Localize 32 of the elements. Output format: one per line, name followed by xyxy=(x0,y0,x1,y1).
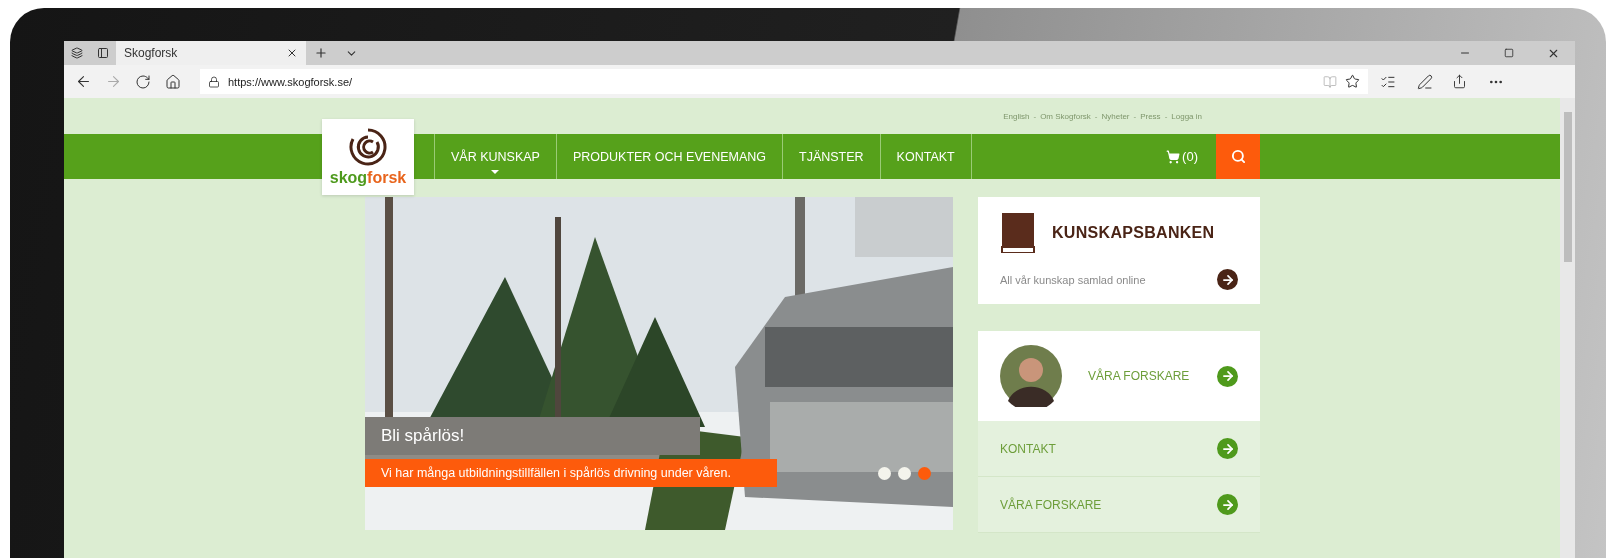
address-bar[interactable]: https://www.skogforsk.se/ xyxy=(200,69,1368,94)
card-subtitle: All vår kunskap samlad online xyxy=(1000,273,1146,286)
search-icon xyxy=(1230,149,1246,164)
book-icon xyxy=(1000,213,1036,253)
search-button[interactable] xyxy=(1216,134,1260,179)
browser-tab[interactable]: Skogforsk xyxy=(116,41,306,65)
slide-caption[interactable]: Vi har många utbildningstillfällen i spårlös drivning under våren. xyxy=(365,459,777,487)
top-link[interactable]: English xyxy=(1003,111,1030,121)
top-link[interactable]: Nyheter xyxy=(1101,111,1130,121)
sidebar-link[interactable]: KONTAKT xyxy=(978,421,1260,477)
link-separator: - xyxy=(1033,111,1037,121)
top-link[interactable]: Om Skogforsk xyxy=(1040,111,1091,121)
researchers-card[interactable]: VÅRA FORSKARE xyxy=(978,331,1260,421)
cart-icon xyxy=(1166,149,1181,164)
avatar xyxy=(1000,345,1062,407)
logo[interactable]: skogforsk xyxy=(322,119,414,195)
nav-item[interactable]: TJÄNSTER xyxy=(783,134,881,179)
nav-item[interactable]: VÅR KUNSKAP xyxy=(435,134,557,179)
link-separator: - xyxy=(1133,111,1137,121)
sidebar-link[interactable]: VÅRA FORSKARE xyxy=(978,477,1260,533)
card-title: KUNSKAPSBANKEN xyxy=(1052,224,1215,242)
slide-title: Bli spårlös! xyxy=(365,417,700,455)
top-link[interactable]: Press xyxy=(1140,111,1161,121)
scrollbar-thumb[interactable] xyxy=(1563,112,1572,262)
link-separator: - xyxy=(1094,111,1098,121)
cart-link[interactable]: (0) xyxy=(1166,134,1198,179)
nav-item[interactable]: KONTAKT xyxy=(880,134,972,179)
link-separator: - xyxy=(1164,111,1168,121)
knowledge-bank-card[interactable]: KUNSKAPSBANKEN All vår kunskap samlad online xyxy=(978,197,1260,304)
close-tab-icon[interactable] xyxy=(286,47,298,59)
top-link[interactable]: Logga in xyxy=(1171,111,1202,121)
nav-item[interactable]: PRODUKTER OCH EVENEMANG xyxy=(556,134,783,179)
